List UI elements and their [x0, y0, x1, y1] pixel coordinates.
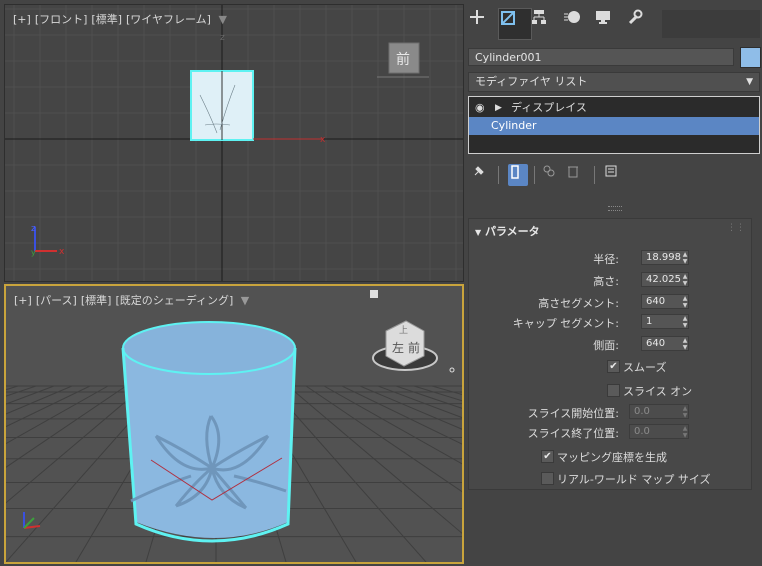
show-end-result-icon[interactable] — [508, 164, 528, 186]
command-panel: Cylinder001 モディファイヤ リスト ▼ ◉ ▶ ディスプレイス Cy… — [466, 4, 762, 566]
stack-toolbar — [470, 164, 760, 188]
spinner-arrows-icon[interactable]: ▲ ▼ — [681, 273, 689, 288]
parameters-rollout: ▼ パラメータ ⋮⋮ 半径: 18.998 ▲ ▼ 高さ: 42.025 ▲ ▼ 高… — [468, 218, 752, 490]
modify-icon[interactable] — [498, 8, 532, 40]
spinner-arrows-icon[interactable]: ▲ ▼ — [681, 337, 689, 352]
svg-text:左: 左 — [392, 340, 404, 355]
front-viewport[interactable]: x z z x y 前 [+] [フロント] [標準] [ワイヤフレーム] ▼ — [4, 4, 464, 282]
pin-stack-icon[interactable] — [472, 164, 492, 186]
command-panel-tabs — [466, 8, 762, 40]
svg-text:y: y — [31, 248, 36, 257]
rollout-title[interactable]: ▼ パラメータ — [475, 223, 540, 239]
stack-item-displace[interactable]: ◉ ▶ ディスプレイス — [469, 99, 759, 117]
make-unique-icon[interactable] — [542, 164, 562, 186]
remove-modifier-icon[interactable] — [566, 164, 586, 186]
motion-icon[interactable] — [562, 8, 594, 38]
drag-handle-icon[interactable]: ⋮⋮ — [727, 223, 745, 233]
display-icon[interactable] — [594, 8, 626, 38]
svg-text:z: z — [31, 224, 36, 234]
spinner-arrows-icon[interactable]: ▲ ▼ — [681, 315, 689, 330]
slice-on-checkbox[interactable] — [607, 384, 620, 397]
object-name-field[interactable]: Cylinder001 — [468, 48, 734, 66]
front-grid: x z z x y 前 — [5, 5, 463, 281]
chevron-down-icon: ▼ — [746, 77, 753, 87]
resize-handle[interactable] — [608, 206, 622, 211]
create-icon[interactable] — [468, 8, 500, 38]
cylinder-top — [122, 321, 296, 375]
spinner-arrows-icon[interactable]: ▲ ▼ — [681, 295, 689, 310]
svg-text:z: z — [220, 33, 225, 43]
modifier-list-dropdown[interactable]: モディファイヤ リスト ▼ — [468, 72, 760, 92]
spinner-arrows-icon[interactable]: ▲ ▼ — [681, 251, 689, 266]
slice-to-spinner[interactable]: 0.0 — [629, 424, 689, 439]
axis-x-label: x — [320, 135, 326, 145]
persp-viewport-label[interactable]: [+] [パース] [標準] [既定のシェーディング] ▼ — [14, 292, 253, 308]
smooth-checkbox[interactable]: ✔ — [607, 360, 620, 373]
hierarchy-icon[interactable] — [530, 8, 562, 38]
real-world-map-checkbox[interactable] — [541, 472, 554, 485]
slice-from-spinner[interactable]: 0.0 — [629, 404, 689, 419]
svg-text:前: 前 — [396, 51, 410, 68]
expand-arrow-icon[interactable]: ▶ — [495, 99, 502, 117]
perspective-viewport[interactable]: 左 前 上 [+] [パース] [標準] [既定のシェーディング] ▼ — [4, 284, 464, 564]
front-viewport-label[interactable]: [+] [フロント] [標準] [ワイヤフレーム] ▼ — [13, 11, 231, 27]
modifier-stack: ◉ ▶ ディスプレイス Cylinder — [468, 96, 760, 154]
mapping-coords-checkbox[interactable]: ✔ — [541, 450, 554, 463]
utilities-icon[interactable] — [626, 8, 658, 38]
funnel-icon[interactable]: ▼ — [218, 13, 226, 26]
funnel-icon[interactable]: ▼ — [241, 294, 249, 307]
perspective-scene: 左 前 上 — [6, 290, 462, 562]
svg-text:上: 上 — [399, 325, 408, 336]
svg-text:x: x — [59, 247, 65, 257]
stack-item-cylinder[interactable]: Cylinder — [469, 117, 759, 135]
svg-text:前: 前 — [408, 340, 420, 355]
home-icon[interactable] — [370, 290, 378, 298]
configure-modifier-sets-icon[interactable] — [604, 164, 624, 186]
object-color-swatch[interactable] — [740, 47, 761, 68]
cylinder-body — [124, 348, 295, 538]
eye-icon[interactable]: ◉ — [475, 99, 485, 117]
